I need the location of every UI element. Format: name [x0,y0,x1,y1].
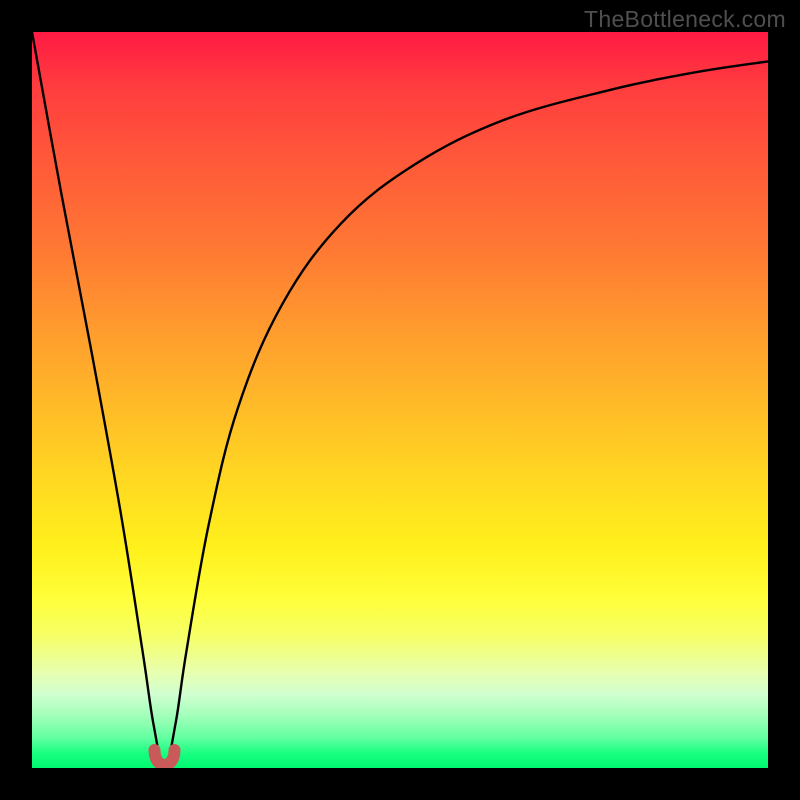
plot-area [32,32,768,768]
watermark-text: TheBottleneck.com [584,6,786,33]
curve-layer [32,32,768,768]
valley-bump [155,750,175,765]
bottleneck-curve [32,32,768,768]
chart-frame: TheBottleneck.com [0,0,800,800]
